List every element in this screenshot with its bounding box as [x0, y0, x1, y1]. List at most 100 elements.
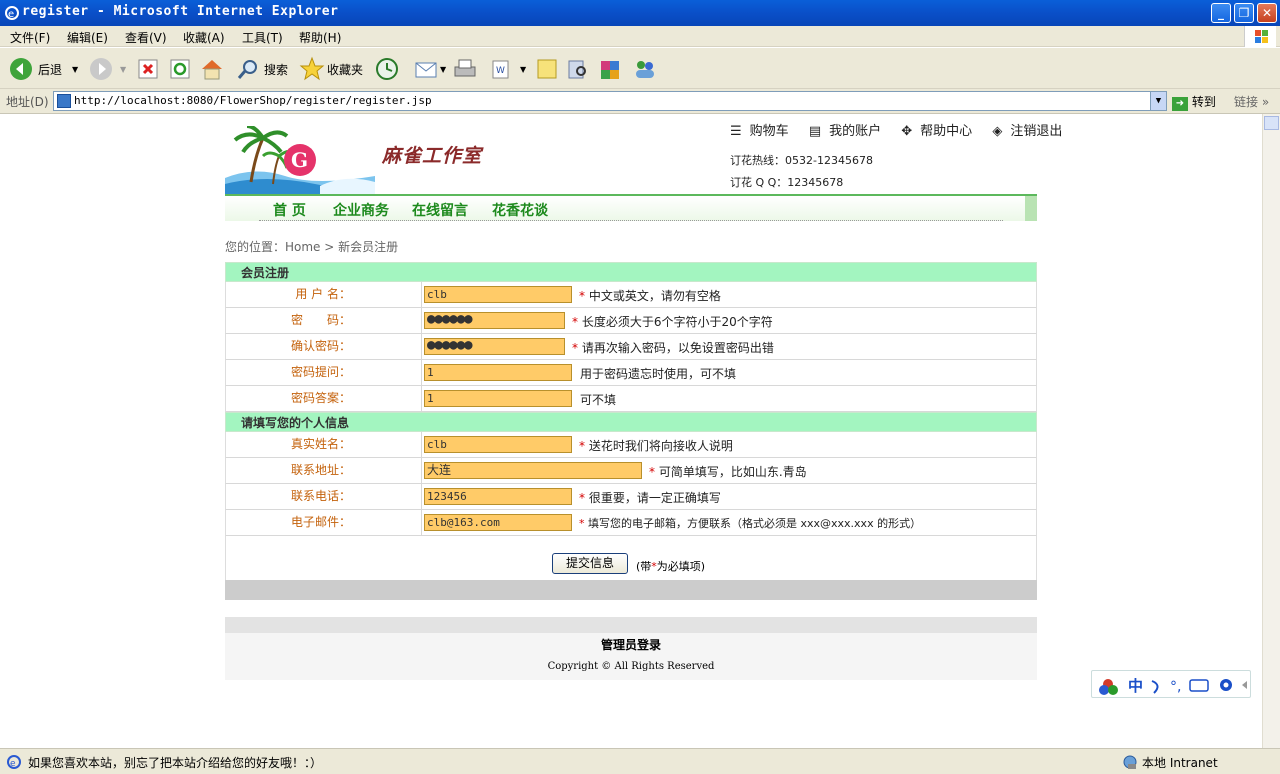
nav-business[interactable]: 企业商务	[333, 200, 389, 220]
contacts-button[interactable]	[632, 56, 658, 82]
back-button[interactable]: 后退 ▼	[8, 56, 78, 82]
logout-link[interactable]: ◈ 注销退出	[992, 124, 1070, 139]
ime-logo-icon[interactable]	[1099, 679, 1118, 695]
close-button[interactable]: ✕	[1257, 3, 1277, 23]
cart-link[interactable]: ☰ 购物车	[730, 124, 797, 139]
nav-cap	[1025, 196, 1037, 221]
phone-hint: * 很重要，请一定正确填写	[579, 489, 721, 506]
form-row-email: 电子邮件： clb@163.com * 填写您的电子邮箱，方便联系（格式必须是 …	[225, 510, 1037, 536]
question-hint: 用于密码遗忘时使用，可不填	[580, 367, 737, 381]
refresh-button[interactable]	[168, 56, 192, 82]
address-label: 地址(D)	[6, 95, 49, 109]
menu-file[interactable]: 文件(F)	[10, 29, 50, 46]
ime-punctuation-icon[interactable]: °,	[1170, 679, 1181, 695]
mail-button[interactable]: ▼	[414, 56, 446, 82]
confirm-password-input[interactable]: ●●●●●●	[424, 338, 565, 355]
nav-guestbook[interactable]: 在线留言	[412, 200, 468, 220]
print-button[interactable]	[452, 56, 478, 82]
help-link[interactable]: ✥ 帮助中心	[901, 124, 980, 139]
required-star: *	[579, 289, 585, 303]
qq-text: 订花 Q Q：12345678	[730, 176, 844, 189]
stop-icon	[138, 59, 158, 79]
forward-button[interactable]: ▼	[88, 56, 126, 82]
address-input[interactable]: http://localhost:8080/FlowerShop/registe…	[53, 91, 1167, 111]
menu-view[interactable]: 查看(V)	[125, 29, 167, 46]
back-dropdown-icon[interactable]: ▼	[72, 65, 78, 74]
research-icon	[568, 60, 586, 79]
confirm-password-hint: * 请再次输入密码，以免设置密码出错	[572, 339, 774, 356]
nav-flower-talk[interactable]: 花香花谈	[492, 200, 548, 220]
required-star: *	[579, 491, 585, 505]
scroll-thumb[interactable]	[1264, 116, 1279, 130]
help-label: 帮助中心	[920, 124, 973, 139]
ime-toolbar: 中 °,	[1091, 670, 1251, 698]
menu-help[interactable]: 帮助(H)	[299, 29, 341, 46]
username-input[interactable]: clb	[424, 286, 572, 303]
mail-dropdown-icon[interactable]: ▼	[440, 65, 446, 74]
menu-tools[interactable]: 工具(T)	[242, 29, 283, 46]
required-star: *	[579, 439, 585, 453]
form-bottom-bar	[225, 580, 1037, 600]
minimize-button[interactable]: _	[1211, 3, 1231, 23]
intranet-zone-icon	[1123, 755, 1137, 769]
home-button[interactable]	[199, 56, 225, 82]
account-link[interactable]: ▤ 我的账户	[809, 124, 889, 139]
forward-dropdown-icon[interactable]: ▼	[120, 65, 126, 74]
phone-input[interactable]: 123456	[424, 488, 572, 505]
required-star: *	[572, 315, 578, 329]
realname-hint-text: 送花时我们将向接收人说明	[588, 439, 733, 453]
edit-document-icon: W	[492, 60, 509, 79]
account-icon: ▤	[808, 124, 822, 139]
ime-collapse-icon[interactable]	[1242, 681, 1247, 689]
form-row-address: 联系地址： 大连 * 可简单填写，比如山东.青岛	[225, 458, 1037, 484]
links-button[interactable]: 链接 »	[1234, 93, 1269, 110]
required-star: *	[572, 341, 578, 355]
restore-icon: ❐	[1238, 6, 1250, 20]
breadcrumb: 您的位置：Home > 新会员注册	[225, 240, 399, 254]
ime-keyboard-icon[interactable]	[1189, 679, 1209, 692]
messenger-icon	[636, 61, 654, 78]
research-button[interactable]	[566, 56, 590, 82]
question-input[interactable]: 1	[424, 364, 572, 381]
favorites-star-icon	[299, 56, 325, 81]
realname-input[interactable]: clb	[424, 436, 572, 453]
submit-button[interactable]: 提交信息	[552, 553, 628, 574]
vertical-scrollbar[interactable]	[1262, 114, 1280, 748]
favorites-button[interactable]: 收藏夹	[299, 56, 363, 82]
logout-label: 注销退出	[1010, 124, 1063, 139]
site-footer: 管理员登录 Copyright © All Rights Reserved	[225, 633, 1037, 680]
footer-divider	[225, 617, 1037, 633]
answer-input[interactable]: 1	[424, 390, 572, 407]
ime-halfwidth-icon[interactable]	[1151, 680, 1159, 694]
address-dropdown-icon[interactable]: ▼	[1150, 92, 1166, 110]
address-input-field[interactable]: 大连	[424, 462, 642, 479]
stop-button[interactable]	[136, 56, 160, 82]
phone-hint-text: 很重要，请一定正确填写	[588, 491, 721, 505]
email-label: 电子邮件：	[226, 510, 422, 535]
menu-favorites[interactable]: 收藏(A)	[183, 29, 225, 46]
go-button[interactable]: ➜ 转到	[1172, 93, 1216, 111]
password-input[interactable]: ●●●●●●	[424, 312, 565, 329]
svg-text:G: G	[291, 148, 308, 172]
admin-login-link[interactable]: 管理员登录	[225, 636, 1037, 653]
edit-button[interactable]: W ▼	[490, 56, 526, 82]
messenger-button[interactable]	[598, 56, 624, 82]
discuss-button[interactable]	[535, 56, 559, 82]
restore-button[interactable]: ❐	[1234, 3, 1254, 23]
username-hint: * 中文或英文，请勿有空格	[579, 287, 721, 304]
address-field-label: 联系地址：	[226, 458, 422, 483]
address-hint-text: 可简单填写，比如山东.青岛	[658, 465, 807, 479]
edit-dropdown-icon[interactable]: ▼	[520, 65, 526, 74]
required-star: *	[579, 517, 585, 530]
ime-chinese-mode-icon[interactable]: 中	[1128, 677, 1143, 695]
nav-home[interactable]: 首 页	[273, 200, 306, 220]
menu-edit[interactable]: 编辑(E)	[67, 29, 108, 46]
address-bar: 地址(D) http://localhost:8080/FlowerShop/r…	[0, 89, 1280, 114]
email-input[interactable]: clb@163.com	[424, 514, 572, 531]
help-icon: ✥	[901, 124, 913, 139]
history-button[interactable]	[374, 56, 400, 82]
links-label: 链接	[1234, 95, 1259, 109]
realname-hint: * 送花时我们将向接收人说明	[579, 437, 733, 454]
status-bar: e 如果您喜欢本站，别忘了把本站介绍给您的好友哦！：） 本地 Intranet	[0, 748, 1280, 774]
search-button[interactable]: 搜索	[236, 56, 288, 82]
